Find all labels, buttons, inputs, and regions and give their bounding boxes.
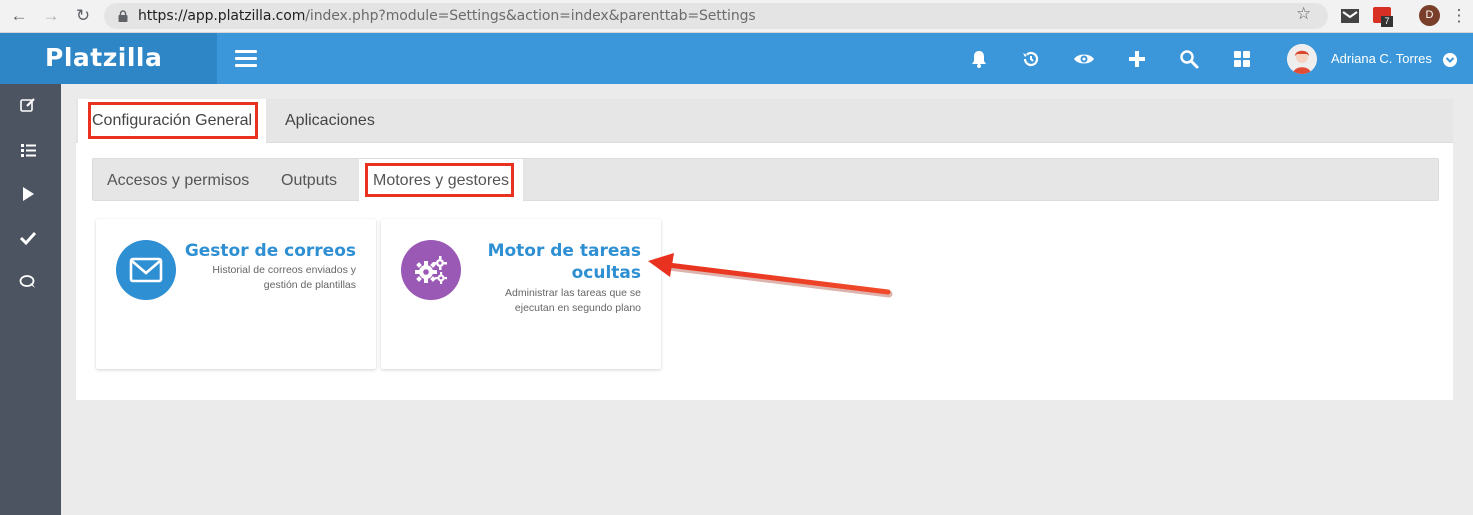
highlight-box-secondary	[365, 163, 514, 197]
url-path: /index.php?module=Settings&action=index&…	[305, 8, 756, 24]
lock-icon	[118, 10, 128, 22]
list-icon[interactable]	[19, 141, 37, 159]
card-description-line: ejecutan en segundo plano	[514, 302, 641, 314]
user-avatar[interactable]	[1287, 44, 1317, 74]
extension-badge: 7	[1381, 16, 1393, 27]
back-icon[interactable]: ←	[8, 5, 30, 27]
highlight-box-primary	[88, 102, 258, 139]
avatar-illustration	[1287, 44, 1317, 74]
secondary-tabs: Accesos y permisos Outputs Motores y ges…	[92, 158, 1439, 202]
envelope-icon	[116, 240, 176, 300]
calendar-extension-icon[interactable]: 7	[1373, 7, 1393, 27]
url-host: https://app.platzilla.com	[138, 8, 306, 24]
card-description: Administrar las tareas que se ejecutan e…	[505, 286, 641, 316]
card-title-line: ocultas	[571, 263, 641, 283]
play-icon[interactable]	[19, 185, 37, 203]
primary-tabs: Configuración General Aplicaciones	[76, 99, 1453, 143]
reload-icon[interactable]: ↻	[72, 5, 94, 27]
browser-toolbar: ← → ↻ https://app.platzilla.com/index.ph…	[0, 0, 1473, 33]
bell-icon[interactable]	[968, 48, 990, 70]
tab-label: Accesos y permisos	[107, 172, 250, 189]
card-title-line: Motor de tareas	[487, 241, 641, 261]
plus-icon[interactable]	[1126, 48, 1148, 70]
card-description-line: gestión de plantillas	[263, 279, 356, 291]
user-name[interactable]: Adriana C. Torres	[1331, 51, 1432, 66]
card-description-line: Administrar las tareas que se	[505, 287, 641, 299]
left-sidebar	[0, 84, 61, 515]
search-icon[interactable]	[1178, 48, 1200, 70]
card-motor-de-tareas-ocultas[interactable]: Motor de tareas ocultas Administrar las …	[381, 219, 661, 369]
tab-label: Outputs	[281, 172, 338, 189]
gmail-extension-icon[interactable]	[1341, 7, 1359, 25]
tab-outputs[interactable]: Outputs	[267, 159, 351, 202]
tab-accesos-y-permisos[interactable]: Accesos y permisos	[93, 159, 263, 202]
hamburger-menu-icon[interactable]	[235, 50, 257, 68]
profile-avatar[interactable]: D	[1419, 5, 1440, 26]
eye-icon[interactable]	[1073, 48, 1095, 70]
tab-aplicaciones[interactable]: Aplicaciones	[271, 99, 389, 143]
chevron-down-icon[interactable]	[1443, 53, 1457, 67]
forward-icon[interactable]: →	[40, 5, 62, 27]
card-description: Historial de correos enviados y gestión …	[212, 263, 356, 293]
card-gestor-de-correos[interactable]: Gestor de correos Historial de correos e…	[96, 219, 376, 369]
annotation-arrow	[648, 253, 893, 298]
brand-logo: Platzilla	[45, 43, 163, 72]
url-text: https://app.platzilla.com/index.php?modu…	[138, 3, 756, 29]
gears-icon	[401, 240, 461, 300]
profile-initial: D	[1425, 9, 1434, 21]
bookmark-star-icon[interactable]: ☆	[1296, 4, 1311, 24]
card-title[interactable]: Gestor de correos	[185, 240, 356, 262]
history-icon[interactable]	[1020, 48, 1042, 70]
address-bar[interactable]: https://app.platzilla.com/index.php?modu…	[104, 3, 1328, 29]
chat-icon[interactable]	[19, 273, 37, 291]
tab-label: Aplicaciones	[285, 112, 375, 129]
card-description-line: Historial de correos enviados y	[212, 264, 356, 276]
card-title[interactable]: Motor de tareas ocultas	[488, 240, 641, 284]
edit-icon[interactable]	[19, 96, 37, 114]
check-icon[interactable]	[19, 229, 37, 247]
brand-area[interactable]: Platzilla	[0, 33, 217, 84]
grid-icon[interactable]	[1231, 48, 1253, 70]
app-header: Platzilla Adriana C. Torres	[0, 33, 1473, 84]
menu-icon[interactable]: ⋮	[1448, 5, 1470, 27]
